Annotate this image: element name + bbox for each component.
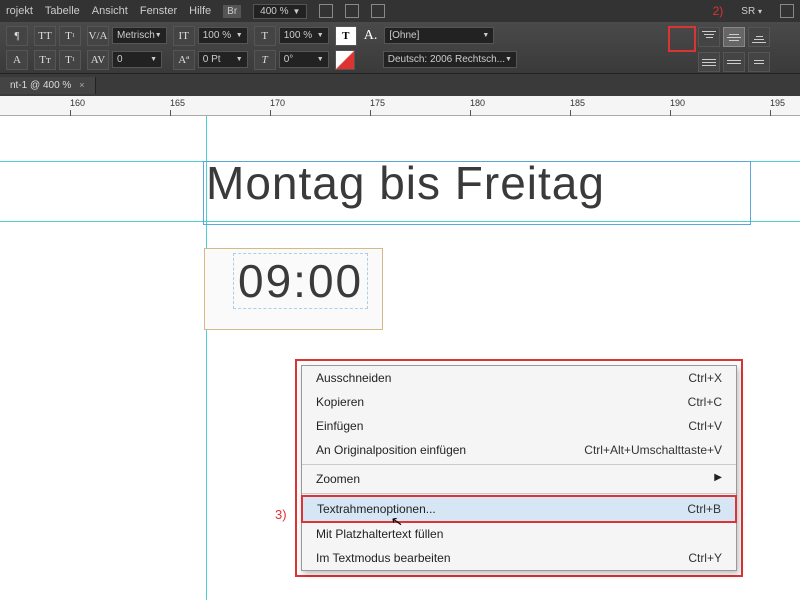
submenu-arrow-icon: ▶ [714, 472, 722, 486]
allcaps-icon[interactable]: TT [34, 26, 56, 46]
kerning-icon[interactable]: V/A [87, 26, 109, 46]
menu-item[interactable]: rojekt [6, 5, 33, 17]
ruler-tick: 185 [570, 98, 585, 108]
balance-button[interactable] [748, 52, 770, 72]
guide-horizontal[interactable] [0, 221, 800, 222]
document-canvas[interactable]: Montag bis Freitag 1) 09:00 3) Ausschnei… [0, 116, 800, 600]
align-middle-button[interactable] [723, 27, 745, 47]
vscale-icon[interactable]: IT [173, 26, 195, 46]
menu-item[interactable]: Hilfe [189, 5, 211, 17]
annotation-2-highlight [668, 26, 696, 52]
zoom-dropdown[interactable]: 400 %▼ [253, 4, 307, 19]
kerning-input[interactable]: Metrisch▼ [112, 27, 167, 44]
close-icon[interactable]: × [79, 80, 84, 90]
ruler-tick: 180 [470, 98, 485, 108]
subscript-icon[interactable]: T1 [59, 50, 81, 70]
ruler-tick: 160 [70, 98, 85, 108]
tracking-icon[interactable]: AV [87, 50, 109, 70]
ruler-tick: 190 [670, 98, 685, 108]
menu-separator [302, 493, 736, 494]
fill-swatch-icon[interactable]: T [335, 26, 357, 46]
text-frame-time[interactable]: 1) 09:00 [204, 248, 383, 330]
vertical-align-group [698, 26, 770, 73]
context-menu: AusschneidenCtrl+X KopierenCtrl+C Einfüg… [301, 365, 737, 571]
menu-cut[interactable]: AusschneidenCtrl+X [302, 366, 736, 390]
screen-mode-icon[interactable] [319, 4, 333, 18]
search-icon[interactable] [780, 4, 794, 18]
stroke-swatch-icon[interactable] [335, 50, 355, 70]
document-tab[interactable]: nt-1 @ 400 % × [0, 77, 96, 94]
menubar: rojekt Tabelle Ansicht Fenster Hilfe Br … [0, 0, 800, 22]
menu-edit-story[interactable]: Im Textmodus bearbeitenCtrl+Y [302, 546, 736, 570]
baseline-input[interactable]: 0 Pt▼ [198, 51, 248, 68]
columns-button[interactable] [723, 52, 745, 72]
annotation-3-box: 3) AusschneidenCtrl+X KopierenCtrl+C Ein… [295, 359, 743, 577]
language-dropdown[interactable]: Deutsch: 2006 Rechtsch...▼ [383, 51, 517, 68]
skew-icon[interactable]: T [254, 50, 276, 70]
annotation-2: 2) [713, 4, 724, 18]
headline-text[interactable]: Montag bis Freitag [206, 156, 605, 210]
ruler-tick: 170 [270, 98, 285, 108]
menu-fill-placeholder[interactable]: Mit Platzhaltertext füllen [302, 522, 736, 546]
view-options-icon[interactable] [345, 4, 359, 18]
tab-title: nt-1 @ 400 % [10, 80, 71, 91]
ruler-tick: 165 [170, 98, 185, 108]
menu-item[interactable]: Ansicht [92, 5, 128, 17]
menu-separator [302, 464, 736, 465]
menu-item[interactable]: Tabelle [45, 5, 80, 17]
vscale-input[interactable]: 100 %▼ [198, 27, 248, 44]
baseline-icon[interactable]: Aª [173, 50, 195, 70]
workspace-switcher[interactable]: SR ▾ [741, 6, 762, 17]
control-panel: ¶ A TT T1 Tᴛ T1 V/A Metrisch▼ AV 0▼ IT 1… [0, 22, 800, 74]
annotation-3: 3) [275, 507, 287, 522]
ruler-tick: 175 [370, 98, 385, 108]
document-tabs: nt-1 @ 400 % × [0, 74, 800, 96]
ruler-tick: 195 [770, 98, 785, 108]
hscale-icon[interactable]: T [254, 26, 276, 46]
arrange-icon[interactable] [371, 4, 385, 18]
tracking-input[interactable]: 0▼ [112, 51, 162, 68]
char-color-icon[interactable]: A. [364, 28, 378, 44]
menu-zoom[interactable]: Zoomen▶ [302, 467, 736, 491]
para-style-icon[interactable]: ¶ [6, 26, 28, 46]
menu-paste[interactable]: EinfügenCtrl+V [302, 414, 736, 438]
align-bottom-button[interactable] [748, 27, 770, 47]
hscale-input[interactable]: 100 %▼ [279, 27, 329, 44]
align-top-button[interactable] [698, 27, 720, 47]
menu-item[interactable]: Fenster [140, 5, 177, 17]
bridge-icon[interactable]: Br [223, 5, 241, 18]
time-text[interactable]: 09:00 [238, 255, 363, 307]
smallcaps-icon[interactable]: Tᴛ [34, 50, 56, 70]
align-justify-button[interactable] [698, 52, 720, 72]
char-style-icon[interactable]: A [6, 50, 28, 70]
menu-copy[interactable]: KopierenCtrl+C [302, 390, 736, 414]
horizontal-ruler[interactable]: 160 165 170 175 180 185 190 195 [0, 96, 800, 116]
superscript-icon[interactable]: T1 [59, 26, 81, 46]
char-style-dropdown[interactable]: [Ohne]▼ [384, 27, 494, 44]
menu-paste-in-place[interactable]: An Originalposition einfügenCtrl+Alt+Ums… [302, 438, 736, 462]
menu-text-frame-options[interactable]: Textrahmenoptionen...Ctrl+B [303, 497, 735, 521]
skew-input[interactable]: 0°▼ [279, 51, 329, 68]
